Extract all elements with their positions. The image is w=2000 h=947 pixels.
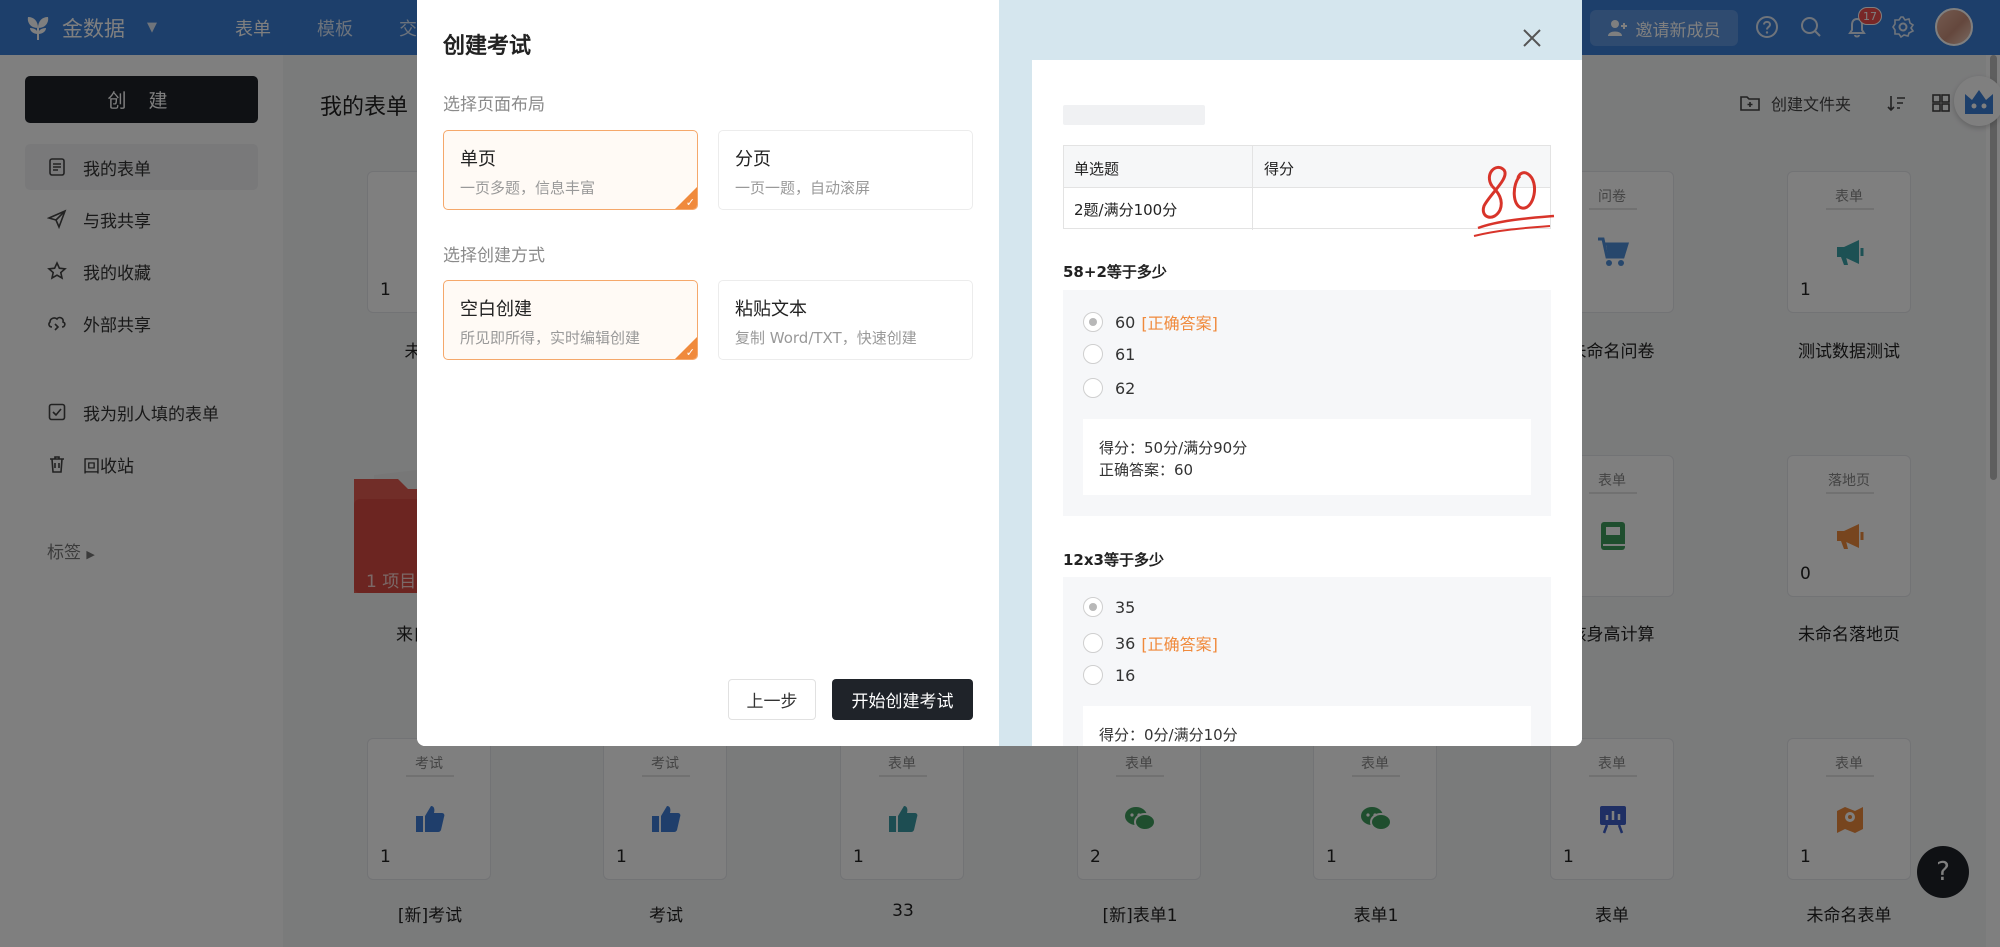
preview-panel: 单选题 得分 2题/满分100分 80 58+2等于多少 60 [正确答案] — [999, 0, 1582, 746]
question-block: 35 36 [正确答案] 16 得分：0分/满分10分 — [1063, 577, 1551, 746]
score-text: 得分：0分/满分10分 — [1099, 726, 1238, 744]
option-label: 61 — [1115, 344, 1136, 364]
option-desc: 复制 Word/TXT，快速创建 — [735, 329, 917, 347]
radio-button[interactable] — [1083, 344, 1103, 364]
radio-button[interactable] — [1083, 378, 1103, 398]
radio-button[interactable] — [1083, 633, 1103, 653]
option-desc: 一页多题，信息丰富 — [460, 179, 596, 197]
radio-button[interactable] — [1083, 665, 1103, 685]
title-placeholder — [1063, 105, 1205, 125]
option-label: 35 — [1115, 597, 1136, 617]
radio-option[interactable]: 16 — [1083, 665, 1135, 685]
start-create-exam-button[interactable]: 开始创建考试 — [832, 679, 973, 720]
table-divider — [1252, 146, 1253, 230]
radio-option[interactable]: 61 — [1083, 344, 1135, 364]
question-title: 58+2等于多少 — [1063, 263, 1167, 281]
method-option-blank[interactable]: 空白创建 所见即所得，实时编辑创建 ✓ — [443, 280, 698, 360]
radio-button[interactable] — [1083, 312, 1103, 332]
question-result: 得分：50分/满分90分 正确答案：60 — [1083, 419, 1531, 495]
check-icon: ✓ — [685, 196, 695, 209]
layout-option-paged[interactable]: 分页 一页一题，自动滚屏 — [718, 130, 973, 210]
option-label: 60 — [1115, 312, 1136, 332]
radio-option[interactable]: 35 — [1083, 597, 1135, 617]
correct-answer-tag: [正确答案] — [1141, 314, 1218, 333]
table-cell-question-count: 2题/满分100分 — [1074, 201, 1178, 219]
method-section-label: 选择创建方式 — [443, 246, 545, 266]
radio-option[interactable]: 62 — [1083, 378, 1135, 398]
layout-option-single-page[interactable]: 单页 一页多题，信息丰富 ✓ — [443, 130, 698, 210]
option-title: 单页 — [460, 149, 496, 170]
table-header-score: 得分 — [1264, 160, 1295, 178]
exam-preview: 单选题 得分 2题/满分100分 80 58+2等于多少 60 [正确答案] — [1032, 60, 1582, 746]
close-icon[interactable] — [1520, 26, 1544, 50]
signature-text: 80 — [1470, 156, 1490, 160]
radio-option[interactable]: 36 [正确答案] — [1083, 631, 1218, 655]
question-block: 60 [正确答案] 61 62 得分：50分/满分90分 正确答案：60 — [1063, 290, 1551, 516]
check-icon: ✓ — [685, 346, 695, 359]
modal-options-panel: 创建考试 选择页面布局 单页 一页多题，信息丰富 ✓ 分页 一页一题，自动滚屏 … — [417, 0, 999, 746]
layout-section-label: 选择页面布局 — [443, 95, 545, 115]
question-result: 得分：0分/满分10分 — [1083, 706, 1531, 746]
handwritten-score-signature: 80 — [1470, 156, 1555, 237]
previous-step-button[interactable]: 上一步 — [728, 679, 816, 720]
option-label: 62 — [1115, 378, 1136, 398]
answer-text: 正确答案：60 — [1099, 461, 1194, 479]
radio-button[interactable] — [1083, 597, 1103, 617]
option-desc: 一页一题，自动滚屏 — [735, 179, 871, 197]
option-label: 36 — [1115, 633, 1136, 653]
score-text: 得分：50分/满分90分 — [1099, 439, 1248, 457]
option-title: 粘贴文本 — [735, 299, 807, 320]
table-header-question-type: 单选题 — [1074, 160, 1120, 178]
option-label: 16 — [1115, 665, 1136, 685]
option-title: 分页 — [735, 149, 771, 170]
modal-title: 创建考试 — [443, 34, 532, 59]
option-title: 空白创建 — [460, 299, 532, 320]
create-exam-modal: 创建考试 选择页面布局 单页 一页多题，信息丰富 ✓ 分页 一页一题，自动滚屏 … — [417, 0, 1582, 746]
method-option-paste-text[interactable]: 粘贴文本 复制 Word/TXT，快速创建 — [718, 280, 973, 360]
correct-answer-tag: [正确答案] — [1141, 635, 1218, 654]
radio-option[interactable]: 60 [正确答案] — [1083, 310, 1218, 334]
option-desc: 所见即所得，实时编辑创建 — [460, 329, 641, 347]
question-title: 12x3等于多少 — [1063, 551, 1164, 569]
